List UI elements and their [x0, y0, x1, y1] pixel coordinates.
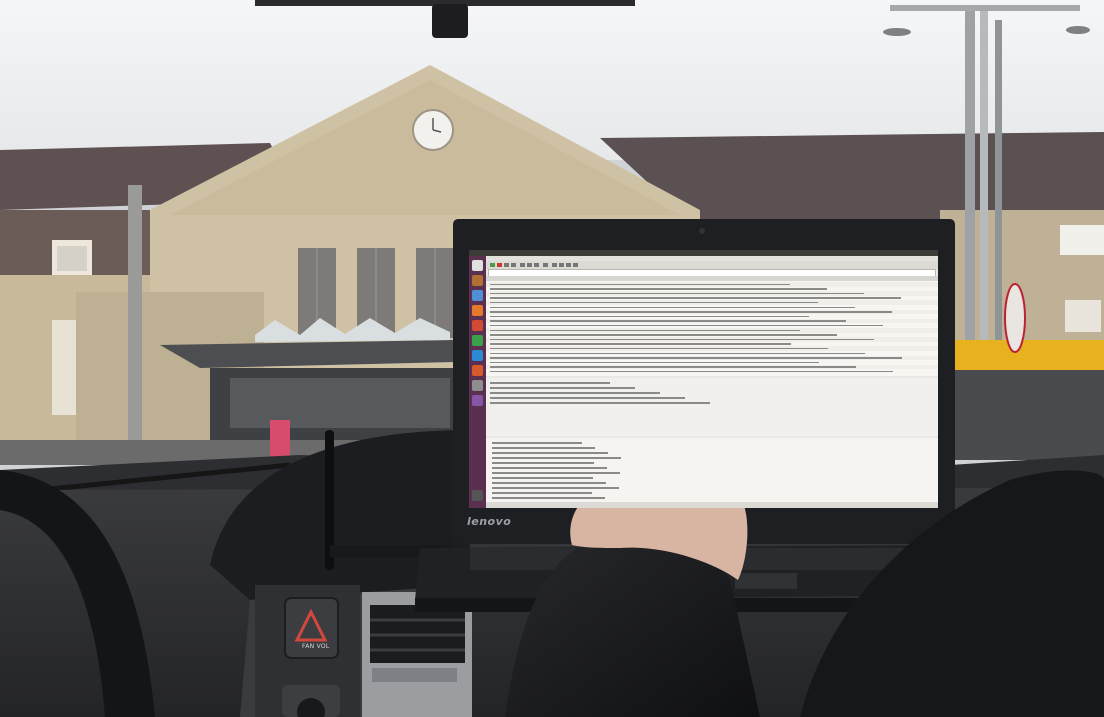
- stop-capture-icon[interactable]: [497, 263, 502, 267]
- hex-line: [492, 497, 605, 499]
- skype-icon[interactable]: [472, 350, 483, 361]
- hex-line: [492, 487, 619, 489]
- software-center-icon[interactable]: [472, 380, 483, 391]
- start-capture-icon[interactable]: [490, 263, 495, 267]
- terminal-icon[interactable]: [472, 335, 483, 346]
- fan-vol-label: FAN VOL: [302, 643, 330, 650]
- close-icon[interactable]: [534, 263, 539, 267]
- hex-line: [492, 462, 594, 464]
- workspace-icon[interactable]: [472, 395, 483, 406]
- packet-details[interactable]: [486, 378, 938, 436]
- hex-line: [492, 492, 592, 494]
- hex-line: [492, 472, 620, 474]
- hex-line: [492, 482, 606, 484]
- browser-icon[interactable]: [472, 290, 483, 301]
- packet-list-header: [486, 276, 938, 281]
- detail-line: [490, 382, 610, 384]
- packet-list[interactable]: [486, 276, 938, 376]
- laptop-screen: [469, 250, 938, 508]
- detail-line: [490, 392, 660, 394]
- detail-line: [490, 402, 710, 404]
- hex-line: [492, 457, 621, 459]
- app-launcher: [469, 256, 486, 508]
- restart-icon[interactable]: [504, 263, 509, 267]
- files-icon[interactable]: [472, 275, 483, 286]
- hex-line: [492, 452, 608, 454]
- reload-icon[interactable]: [543, 263, 548, 267]
- goto-icon[interactable]: [573, 263, 578, 267]
- dash-icon[interactable]: [472, 260, 483, 271]
- back-icon[interactable]: [559, 263, 564, 267]
- trash-icon[interactable]: [472, 490, 483, 501]
- packet-bytes[interactable]: [486, 438, 938, 502]
- hex-line: [492, 442, 582, 444]
- status-bar: [486, 502, 938, 508]
- laptop-logo: lenovo: [467, 515, 512, 528]
- open-icon[interactable]: [520, 263, 525, 267]
- hex-line: [492, 477, 593, 479]
- hex-line: [492, 447, 595, 449]
- find-icon[interactable]: [552, 263, 557, 267]
- detail-line: [490, 397, 685, 399]
- options-icon[interactable]: [511, 263, 516, 267]
- text-editor-icon[interactable]: [472, 365, 483, 376]
- photo-scene: lenovo FAN VOL: [0, 0, 1104, 717]
- forward-icon[interactable]: [566, 263, 571, 267]
- save-icon[interactable]: [527, 263, 532, 267]
- packet-row[interactable]: [486, 369, 938, 374]
- firefox-icon[interactable]: [472, 305, 483, 316]
- settings-icon[interactable]: [472, 320, 483, 331]
- detail-line: [490, 387, 635, 389]
- hex-line: [492, 467, 607, 469]
- toolbar: [486, 261, 938, 269]
